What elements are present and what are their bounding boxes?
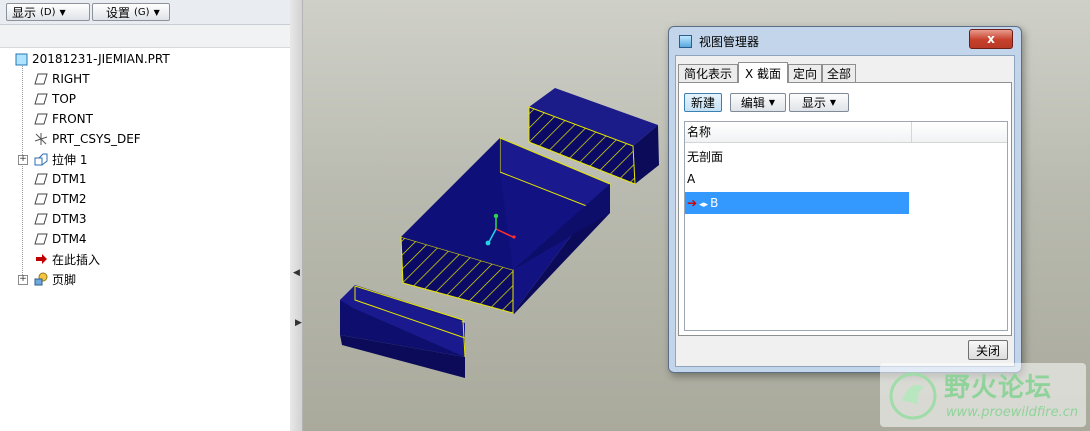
display-menu-button[interactable]: 显示 (D) ▼ <box>6 3 90 21</box>
watermark-forum-name: 野火论坛 <box>944 373 1053 403</box>
tree-item-label: 页脚 <box>52 272 77 287</box>
section-indicator-icon: ◂▸ <box>699 200 709 210</box>
tree-item-label: DTM4 <box>52 232 87 246</box>
datum-plane-icon <box>34 112 48 126</box>
tree-item-dtm1[interactable]: DTM1 <box>34 170 87 188</box>
datum-plane-icon <box>34 192 48 206</box>
tree-item-dtm3[interactable]: DTM3 <box>34 210 87 228</box>
datum-plane-icon <box>34 92 48 106</box>
model-tree-panel: 显示 (D) ▼ 设置 (G) ▼ 20181231-JIEMIAN.PRT R… <box>0 0 291 431</box>
tree-item-dtm2[interactable]: DTM2 <box>34 190 87 208</box>
xsection-tab-panel: 新建 编辑 ▼ 显示 ▼ 名称 无剖面 A ➔ ◂▸ B <box>678 82 1012 336</box>
tree-item-label: DTM3 <box>52 212 87 226</box>
tree-item-footer[interactable]: 页脚 <box>34 270 76 288</box>
panel-splitter[interactable]: ◀ ▶ <box>290 0 303 431</box>
dialog-titlebar[interactable]: 视图管理器 x <box>669 27 1021 55</box>
tree-item-insert-here[interactable]: 在此插入 <box>34 250 100 268</box>
expand-toggle[interactable]: + <box>18 155 28 165</box>
forum-logo-icon <box>889 372 937 420</box>
list-item-label: A <box>687 172 696 186</box>
extrude-icon <box>34 152 48 166</box>
display-button-label: 显示 <box>801 96 826 110</box>
edit-button-label: 编辑 <box>740 96 765 110</box>
chevron-down-icon: ▼ <box>768 98 776 107</box>
dialog-body: 简化表示 X 截面 定向 全部 新建 编辑 ▼ 显示 ▼ 名称 无剖面 A ➔ … <box>675 55 1015 367</box>
tree-item-label: TOP <box>52 92 77 106</box>
tree-item-dtm4[interactable]: DTM4 <box>34 230 87 248</box>
close-button[interactable]: 关闭 <box>968 340 1008 360</box>
list-header: 名称 <box>685 122 1007 143</box>
datum-plane-icon <box>34 72 48 86</box>
model-tree-toolbar: 显示 (D) ▼ 设置 (G) ▼ <box>0 0 290 25</box>
tab-orient[interactable]: 定向 <box>788 64 822 82</box>
tree-item-top[interactable]: TOP <box>34 90 76 108</box>
display-menu-shortcut: (D) <box>40 6 56 18</box>
list-item-selected[interactable]: ➔ ◂▸ B <box>685 192 909 214</box>
tree-item-csys[interactable]: PRT_CSYS_DEF <box>34 130 141 148</box>
list-item-label: 无剖面 <box>687 150 724 164</box>
tree-item-label: RIGHT <box>52 72 90 86</box>
settings-menu-shortcut: (G) <box>134 6 150 18</box>
list-item[interactable]: A <box>685 168 909 190</box>
chevron-down-icon: ▼ <box>153 7 160 17</box>
tree-root-part[interactable]: 20181231-JIEMIAN.PRT <box>14 50 170 68</box>
tab-xsection[interactable]: X 截面 <box>738 62 788 83</box>
insert-here-arrow-icon <box>34 252 48 266</box>
datum-plane-icon <box>34 172 48 186</box>
tree-item-front[interactable]: FRONT <box>34 110 93 128</box>
display-menu-label: 显示 <box>12 5 37 20</box>
dialog-app-icon <box>679 35 692 48</box>
close-icon[interactable]: x <box>969 29 1013 49</box>
settings-menu-label: 设置 <box>106 5 131 20</box>
expand-right-icon[interactable]: ▶ <box>295 318 302 328</box>
tab-simplified-rep[interactable]: 简化表示 <box>678 64 738 82</box>
tree-item-label: PRT_CSYS_DEF <box>52 132 141 146</box>
new-button-label: 新建 <box>690 96 715 110</box>
list-item-label: B <box>710 196 719 210</box>
active-arrow-icon: ➔ <box>687 196 698 210</box>
tree-root-label: 20181231-JIEMIAN.PRT <box>32 52 170 66</box>
coordinate-system-icon <box>34 132 48 146</box>
tree-item-label: DTM1 <box>52 172 87 186</box>
section-block-main <box>400 137 611 314</box>
chevron-down-icon: ▼ <box>59 7 66 17</box>
model-tree-filter-strip <box>0 25 290 48</box>
edit-menu-button[interactable]: 编辑 ▼ <box>730 93 786 112</box>
expand-toggle[interactable]: + <box>18 275 28 285</box>
tree-connector-line <box>22 66 23 281</box>
settings-menu-button[interactable]: 设置 (G) ▼ <box>92 3 170 21</box>
datum-plane-icon <box>34 232 48 246</box>
watermark: 野火论坛 www.proewildfire.cn <box>880 363 1086 427</box>
tree-item-label: 在此插入 <box>52 252 101 267</box>
display-menu-button[interactable]: 显示 ▼ <box>789 93 849 112</box>
column-header-name[interactable]: 名称 <box>685 122 912 142</box>
list-item[interactable]: 无剖面 <box>685 146 909 168</box>
datum-plane-icon <box>34 212 48 226</box>
part-icon <box>14 52 28 66</box>
view-manager-dialog: 视图管理器 x 简化表示 X 截面 定向 全部 新建 编辑 ▼ 显示 ▼ 名称 <box>668 26 1022 373</box>
tab-all[interactable]: 全部 <box>822 64 856 82</box>
xsection-list: 名称 无剖面 A ➔ ◂▸ B <box>684 121 1008 331</box>
tree-item-right[interactable]: RIGHT <box>34 70 90 88</box>
tree-item-label: FRONT <box>52 112 93 126</box>
new-button[interactable]: 新建 <box>684 93 722 112</box>
section-block-lower <box>340 285 466 378</box>
dialog-title: 视图管理器 <box>699 35 760 49</box>
watermark-url: www.proewildfire.cn <box>946 405 1079 420</box>
tree-item-extrude[interactable]: 拉伸 1 <box>34 150 87 168</box>
tree-item-label: 拉伸 1 <box>52 152 88 167</box>
tree-item-label: DTM2 <box>52 192 87 206</box>
chevron-down-icon: ▼ <box>829 98 837 107</box>
footer-icon <box>34 272 48 286</box>
collapse-left-icon[interactable]: ◀ <box>293 268 300 278</box>
